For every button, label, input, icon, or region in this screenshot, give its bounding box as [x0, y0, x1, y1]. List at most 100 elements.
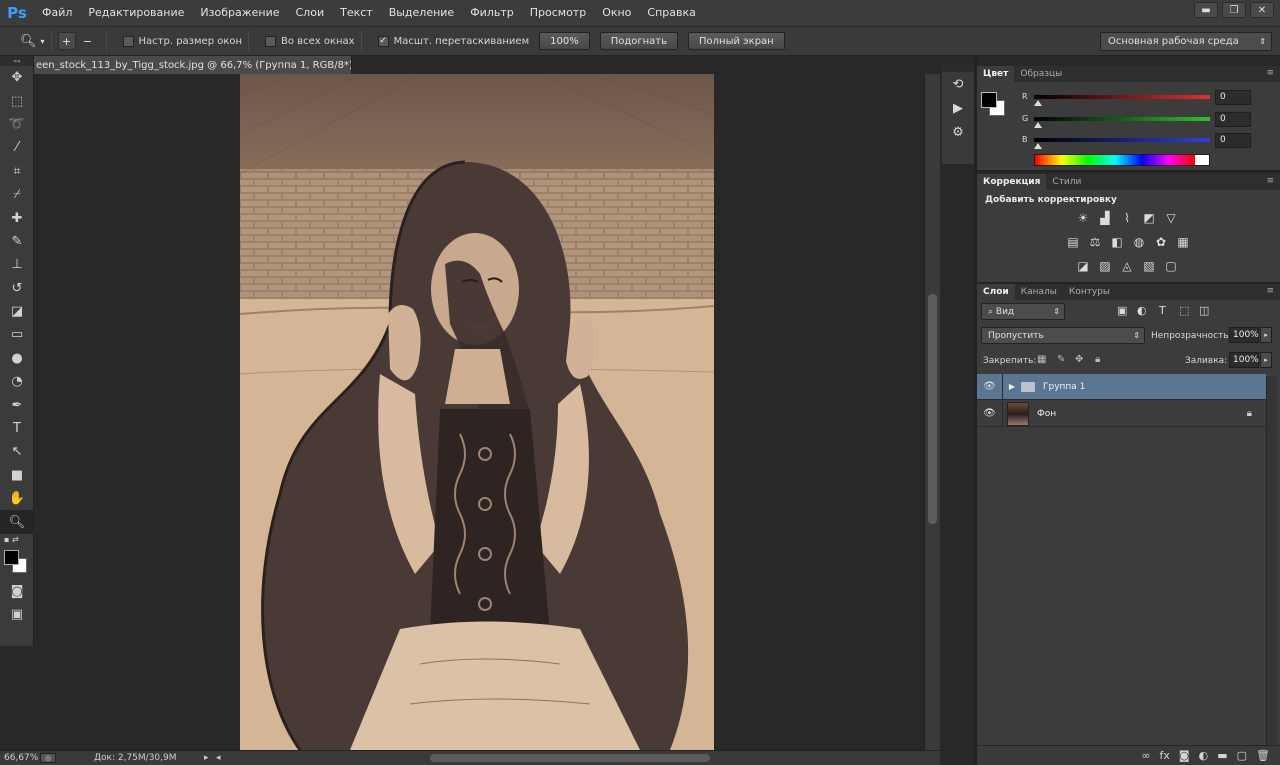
layer-style-fx-icon[interactable]: fx — [1160, 749, 1170, 762]
workspace-switcher[interactable]: Основная рабочая среда ⇕ — [1100, 32, 1272, 51]
zoom-tool-icon[interactable]: 🔍︎ — [0, 510, 34, 534]
channel-mixer-icon[interactable]: ✿ — [1153, 234, 1169, 250]
layer-row-background[interactable]: 👁︎ Фон 🔒︎ — [977, 400, 1266, 427]
zoom-level[interactable]: 66,67% — [0, 753, 40, 763]
opacity-input[interactable]: 100% — [1229, 327, 1259, 343]
panel-menu-icon[interactable]: ≡ — [1266, 68, 1274, 78]
lock-image-icon[interactable]: ✎ — [1057, 354, 1065, 365]
green-slider[interactable]: G 0 — [1022, 112, 1252, 132]
color-swatches[interactable] — [0, 546, 34, 580]
vibrance-icon[interactable]: ▽ — [1163, 210, 1179, 226]
fill-screen-button[interactable]: Полный экран — [688, 32, 785, 50]
eye-icon[interactable]: 👁︎ — [977, 373, 1003, 400]
tool-preset-picker[interactable]: 🔍︎ ▾ — [20, 34, 45, 49]
new-group-icon[interactable]: ▬ — [1217, 749, 1227, 762]
blue-knob[interactable] — [1034, 143, 1042, 149]
lasso-tool-icon[interactable]: ➰ — [0, 113, 34, 136]
document-workspace[interactable] — [34, 74, 924, 750]
tab-adjustments[interactable]: Коррекция — [977, 174, 1047, 190]
lock-transparent-icon[interactable]: ▦ — [1037, 354, 1046, 365]
hand-tool-icon[interactable]: ✋ — [0, 487, 34, 510]
checkbox-unchecked[interactable] — [265, 35, 277, 47]
tab-channels[interactable]: Каналы — [1015, 284, 1063, 300]
trash-icon[interactable]: 🗑︎ — [1256, 749, 1270, 762]
menu-edit[interactable]: Редактирование — [80, 0, 192, 26]
history-brush-tool-icon[interactable]: ↺ — [0, 277, 34, 300]
menu-layers[interactable]: Слои — [288, 0, 333, 26]
layer-name[interactable]: Фон — [1037, 409, 1056, 419]
scrubby-zoom-checkbox[interactable]: ✓ Масшт. перетаскиванием — [377, 35, 529, 47]
status-share-icon[interactable]: ◎ — [40, 753, 56, 763]
crop-tool-icon[interactable]: ⌗ — [0, 160, 34, 183]
color-lookup-icon[interactable]: ▦ — [1175, 234, 1191, 250]
minimize-button[interactable]: ▬ — [1194, 2, 1218, 18]
resize-windows-checkbox[interactable]: Настр. размер окон — [122, 35, 242, 47]
vertical-scrollbar[interactable] — [924, 74, 940, 750]
blur-tool-icon[interactable]: ● — [0, 347, 34, 370]
checkbox-unchecked[interactable] — [122, 35, 134, 47]
healing-brush-tool-icon[interactable]: ✚ — [0, 206, 34, 229]
photo-filter-icon[interactable]: ◍ — [1131, 234, 1147, 250]
fit-screen-button[interactable]: Подогнать — [599, 32, 679, 50]
screen-mode-icon[interactable]: ▣ — [0, 603, 34, 626]
path-select-tool-icon[interactable]: ↖ — [0, 440, 34, 463]
curves-icon[interactable]: ⌇ — [1119, 210, 1135, 226]
posterize-icon[interactable]: ▨ — [1097, 258, 1113, 274]
filter-type-icon[interactable]: T — [1159, 304, 1166, 317]
green-track[interactable] — [1034, 117, 1210, 121]
zoom-out-icon[interactable]: − — [79, 32, 97, 50]
filter-shape-icon[interactable]: ⬚ — [1179, 304, 1189, 317]
tab-styles[interactable]: Стили — [1046, 174, 1087, 190]
horizontal-scroll-thumb[interactable] — [430, 754, 710, 762]
brightness-icon[interactable]: ☀ — [1075, 210, 1091, 226]
fill-input[interactable]: 100% — [1229, 352, 1259, 368]
quick-select-tool-icon[interactable]: ⁄ — [0, 136, 34, 159]
tab-paths[interactable]: Контуры — [1063, 284, 1116, 300]
threshold-icon[interactable]: ◬ — [1119, 258, 1135, 274]
layers-scrollbar[interactable] — [1266, 376, 1278, 746]
menu-window[interactable]: Окно — [594, 0, 639, 26]
panel-menu-icon[interactable]: ≡ — [1266, 176, 1274, 186]
menu-view[interactable]: Просмотр — [522, 0, 594, 26]
document-tab[interactable]: een_stock_113_by_Tigg_stock.jpg @ 66,7% … — [34, 56, 352, 74]
filter-smart-object-icon[interactable]: ◫ — [1199, 304, 1209, 317]
image-canvas[interactable] — [240, 74, 714, 750]
panel-menu-icon[interactable]: ≡ — [1266, 286, 1274, 296]
chevron-right-icon[interactable]: ▶ — [1007, 382, 1017, 391]
add-mask-icon[interactable]: ◙ — [1179, 749, 1190, 762]
menu-file[interactable]: Файл — [34, 0, 80, 26]
layer-filter-select[interactable]: ⌕ Вид ⇕ — [981, 303, 1065, 320]
vertical-scroll-thumb[interactable] — [928, 294, 937, 524]
lock-position-icon[interactable]: ✥ — [1075, 354, 1083, 365]
hue-saturation-icon[interactable]: ▤ — [1065, 234, 1081, 250]
quick-mask-icon[interactable]: ◙ — [0, 580, 34, 603]
eraser-tool-icon[interactable]: ◪ — [0, 300, 34, 323]
properties-icon[interactable]: ⚙ — [942, 120, 974, 144]
gradient-map-icon[interactable]: ▧ — [1141, 258, 1157, 274]
tab-color[interactable]: Цвет — [977, 66, 1015, 82]
new-layer-icon[interactable]: ▢ — [1237, 749, 1247, 762]
lock-all-icon[interactable]: 🔒︎ — [1095, 354, 1100, 365]
panel-strip-grip[interactable] — [942, 64, 974, 72]
history-icon[interactable]: ⟲ — [942, 72, 974, 96]
red-value[interactable]: 0 — [1215, 90, 1251, 105]
black-white-icon[interactable]: ◧ — [1109, 234, 1125, 250]
zoom-in-icon[interactable]: + — [57, 32, 76, 50]
blue-track[interactable] — [1034, 138, 1210, 142]
filter-adjustment-icon[interactable]: ◐ — [1137, 304, 1147, 317]
dodge-tool-icon[interactable]: ◔ — [0, 370, 34, 393]
zoom-100-button[interactable]: 100% — [539, 32, 590, 50]
menu-help[interactable]: Справка — [639, 0, 703, 26]
layer-row-group[interactable]: 👁︎ ▶ Группа 1 — [977, 373, 1266, 400]
green-value[interactable]: 0 — [1215, 112, 1251, 127]
marquee-tool-icon[interactable]: ⬚ — [0, 89, 34, 112]
layer-name[interactable]: Группа 1 — [1043, 382, 1085, 392]
close-button[interactable]: ✕ — [1250, 2, 1274, 18]
chevron-right-icon[interactable]: ▸ — [204, 753, 216, 763]
foreground-color-swatch[interactable] — [4, 549, 19, 565]
new-adjustment-icon[interactable]: ◐ — [1199, 749, 1209, 762]
red-knob[interactable] — [1034, 100, 1042, 106]
menu-select[interactable]: Выделение — [381, 0, 463, 26]
menu-image[interactable]: Изображение — [192, 0, 287, 26]
checkmark-icon[interactable]: ✓ — [377, 35, 389, 47]
